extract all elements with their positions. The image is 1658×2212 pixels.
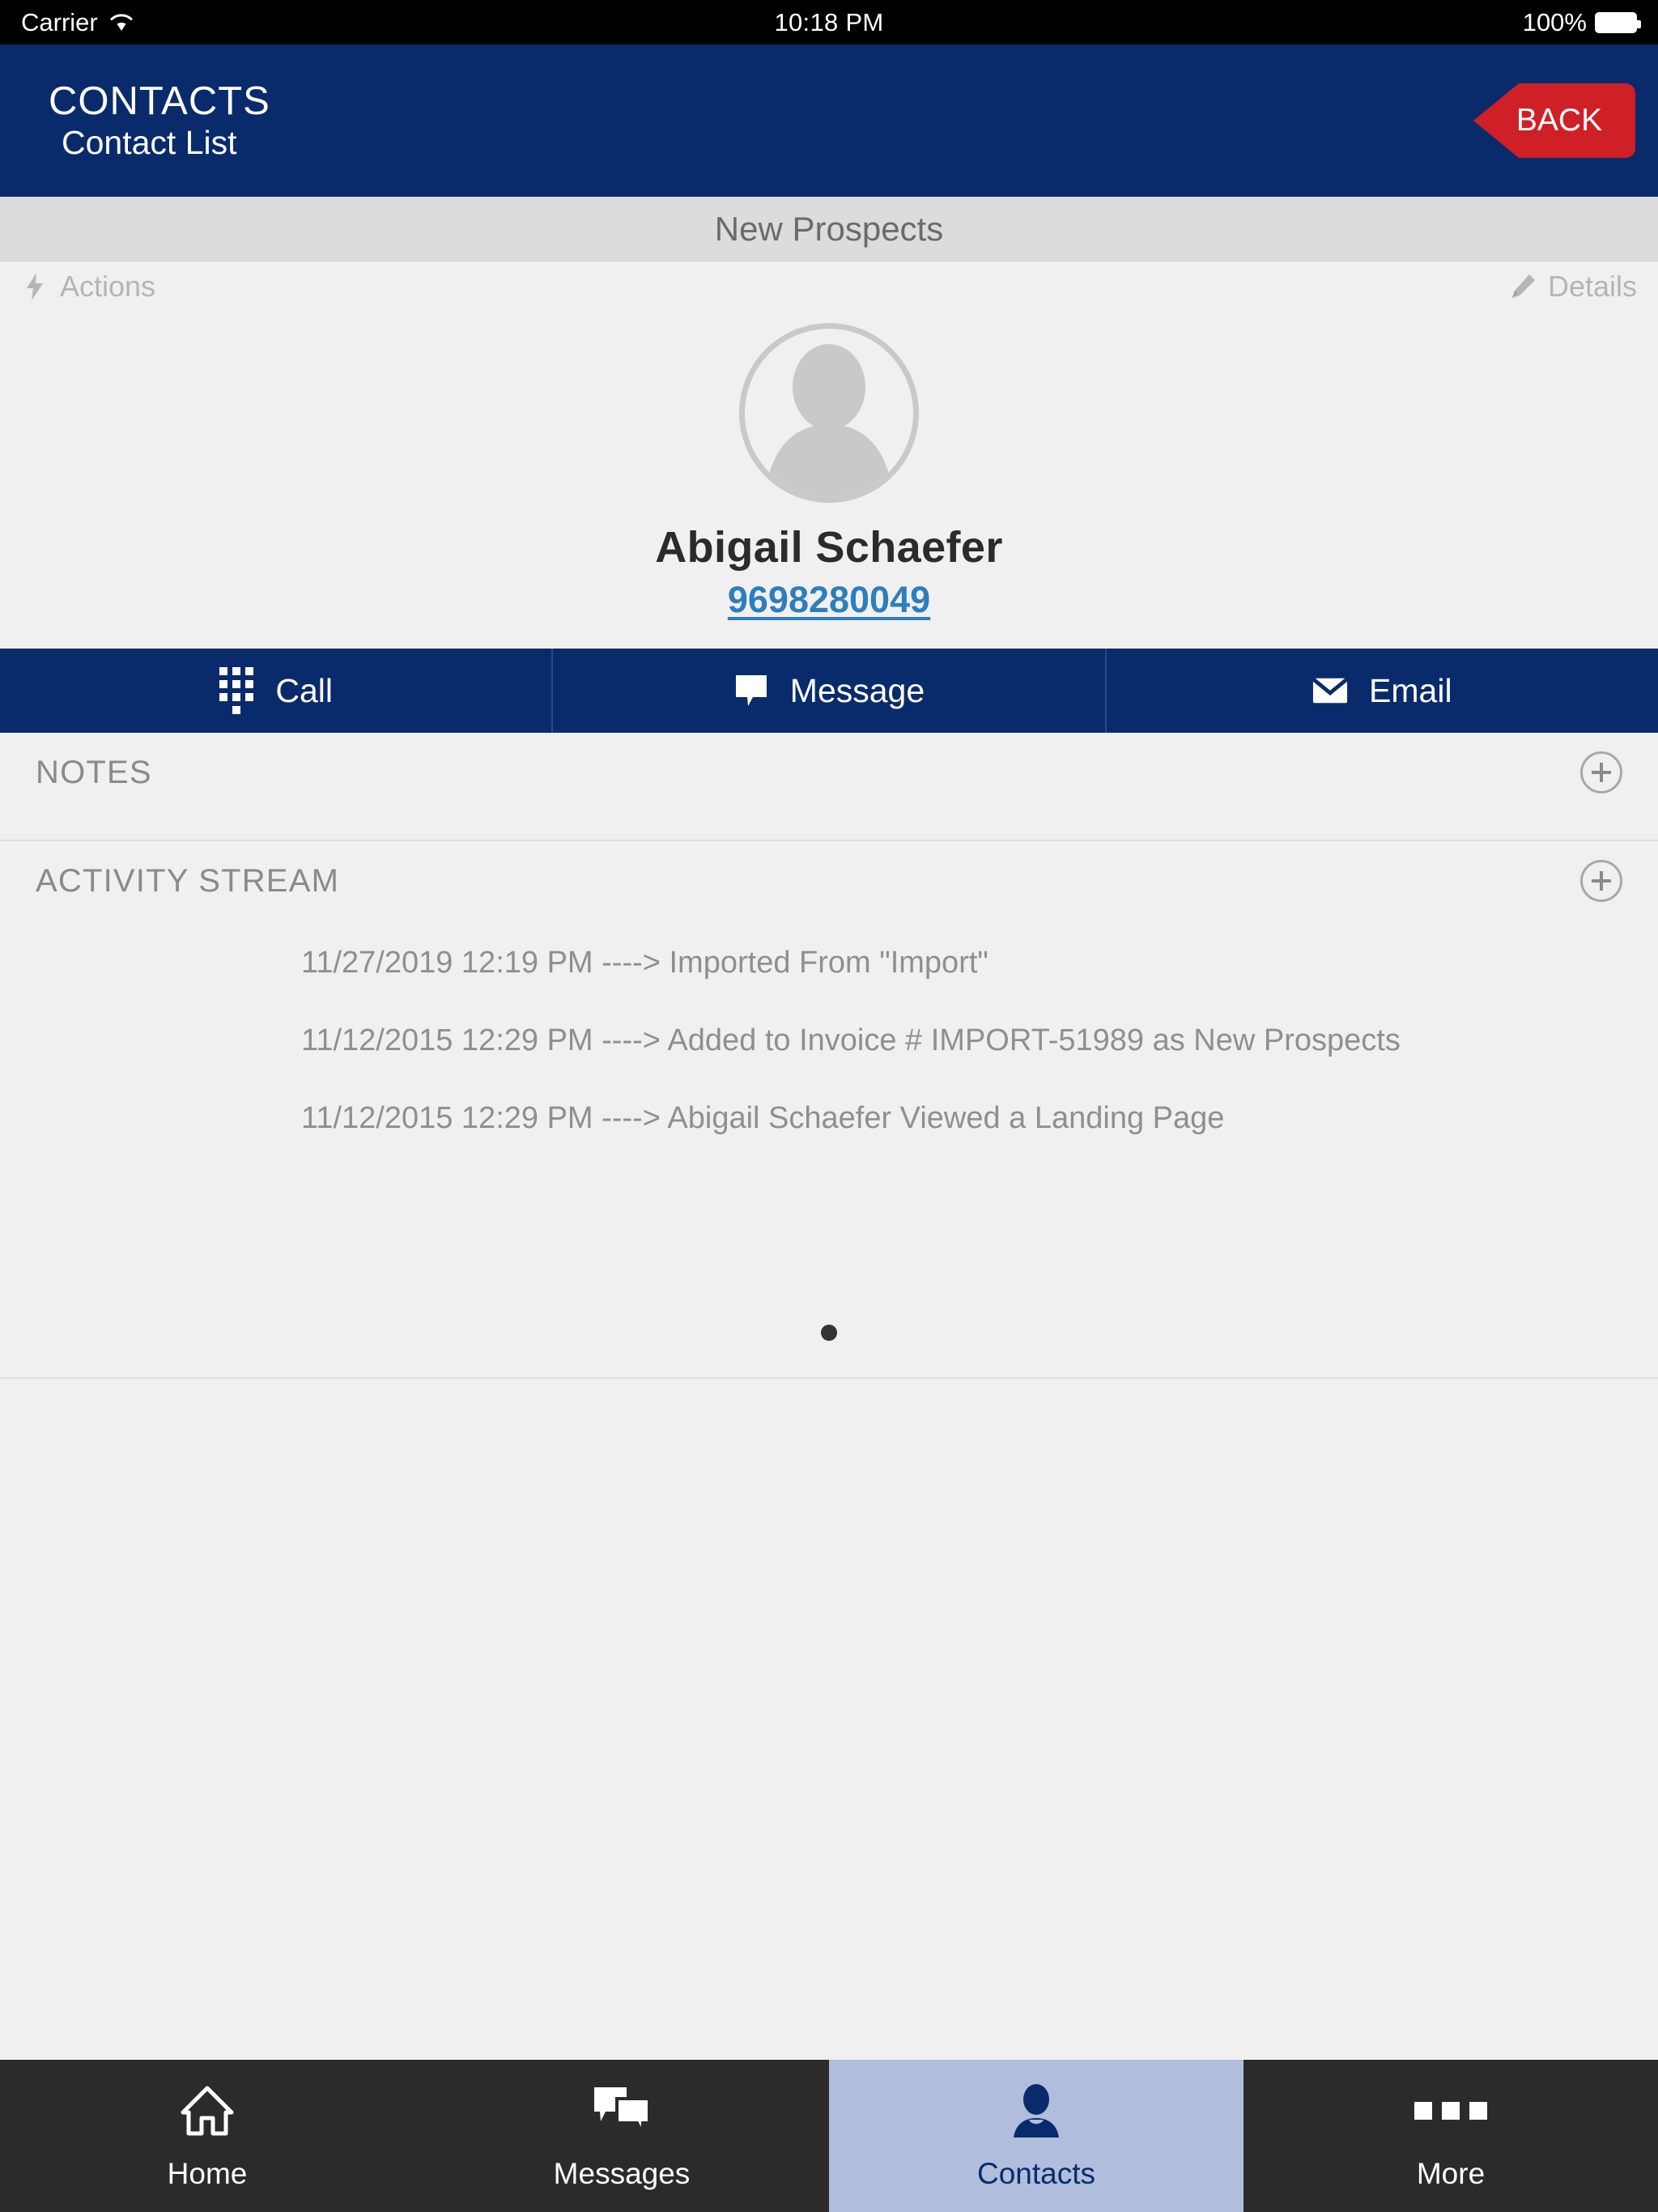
status-bar-left: Carrier [21,8,774,37]
tab-messages-label: Messages [553,2157,691,2190]
add-activity-plus-circle-icon[interactable] [1580,860,1622,902]
tab-more-label: More [1416,2157,1486,2190]
tab-more[interactable]: More [1244,2060,1658,2212]
status-bar: Carrier 10:18 PM 100% [0,0,1658,45]
contact-name: Abigail Schaefer [655,523,1003,572]
call-label: Call [275,671,333,709]
tab-contacts[interactable]: Contacts [829,2060,1244,2212]
carrier-label: Carrier [21,7,98,36]
battery-percent-label: 100% [1522,7,1587,36]
list-item: 11/12/2015 12:29 PM ----> Added to Invoi… [301,1023,1401,1057]
details-button[interactable]: Details [1509,270,1637,304]
notes-title: NOTES [36,754,152,790]
details-label: Details [1547,270,1637,303]
activity-stream: 11/27/2019 12:19 PM ----> Imported From … [0,921,1658,1377]
notes-section-header: NOTES [0,733,1658,812]
nav-title-group: CONTACTS Contact List [49,79,270,162]
content-filler [0,1378,1658,2060]
ellipsis-icon [1414,2081,1487,2141]
battery-full-icon [1595,11,1641,33]
message-label: Message [789,671,925,709]
notes-body [0,812,1658,840]
contact-phone-link[interactable]: 9698280049 [728,579,930,621]
person-icon [1011,2081,1061,2141]
avatar [739,323,919,503]
activity-section-header: ACTIVITY STREAM [0,841,1658,921]
page-subtitle: Contact List [62,124,237,162]
home-icon [181,2081,234,2141]
message-button[interactable]: Message [551,649,1104,733]
speech-bubble-icon [733,672,769,709]
status-bar-right: 100% [884,7,1641,37]
person-placeholder-icon [765,344,893,497]
page-dot[interactable] [821,1324,837,1341]
pencil-icon [1509,271,1537,302]
wifi-icon [109,13,134,32]
dialpad-icon [219,667,254,714]
tab-home[interactable]: Home [0,2060,414,2212]
chat-bubbles-icon [593,2081,651,2141]
envelope-icon [1312,672,1349,709]
contact-action-bar: Call Message Email [0,649,1658,733]
tab-home-label: Home [167,2157,248,2190]
nav-header: CONTACTS Contact List BACK [0,45,1658,197]
lightning-bolt-icon [21,271,49,302]
tab-contacts-label: Contacts [976,2157,1095,2190]
contact-detail-screen: Carrier 10:18 PM 100% CONTACTS Contact L… [0,0,1658,2212]
actions-label: Actions [60,270,156,303]
tool-row: Actions Details [0,262,1658,315]
bottom-tab-bar: Home Messages Contacts More [0,2060,1658,2212]
status-bar-time: 10:18 PM [774,7,884,36]
list-item: 11/12/2015 12:29 PM ----> Abigail Schaef… [301,1100,1225,1135]
activity-title: ACTIVITY STREAM [36,862,340,899]
add-note-plus-circle-icon[interactable] [1580,751,1622,793]
page-title: CONTACTS [49,79,270,123]
contact-card: Abigail Schaefer 9698280049 [0,315,1658,649]
contact-group-bar: New Prospects [0,197,1658,262]
page-indicator[interactable] [0,1288,1658,1377]
call-button[interactable]: Call [0,649,551,733]
activity-list: 11/27/2019 12:19 PM ----> Imported From … [0,942,1658,1141]
contact-group-label: New Prospects [714,209,944,248]
back-button[interactable]: BACK [1473,83,1635,158]
tab-messages[interactable]: Messages [414,2060,829,2212]
list-item: 11/27/2019 12:19 PM ----> Imported From … [301,946,988,980]
email-button[interactable]: Email [1104,649,1658,733]
actions-button[interactable]: Actions [21,270,155,304]
email-label: Email [1369,671,1452,709]
